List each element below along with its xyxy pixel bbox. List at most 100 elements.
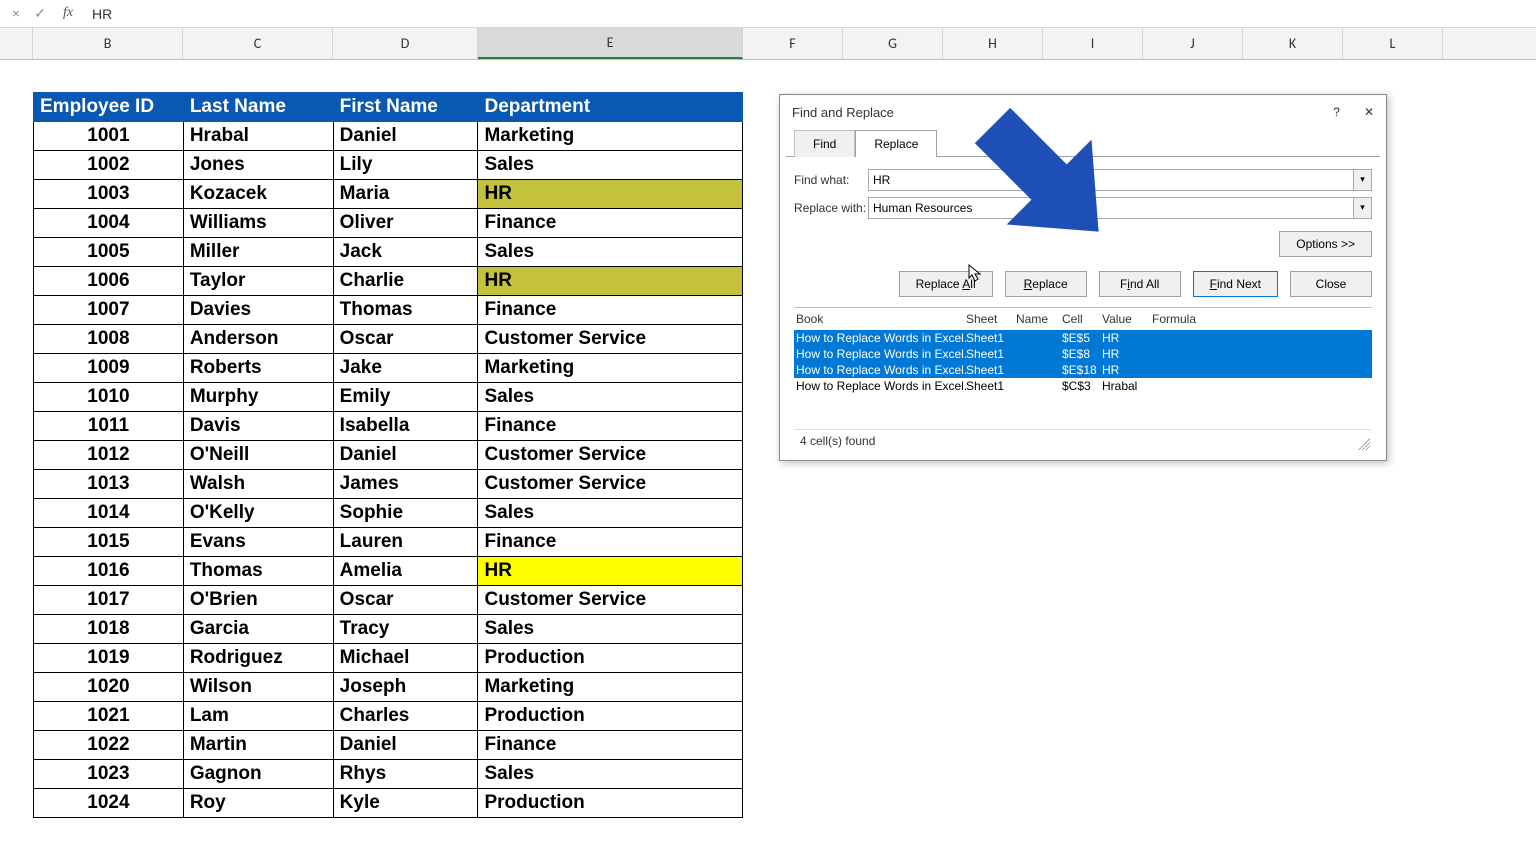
cell-lastname[interactable]: Wilson — [183, 673, 333, 702]
col-header-F[interactable]: F — [743, 28, 843, 59]
cell-department[interactable]: HR — [478, 180, 743, 209]
cell-firstname[interactable]: Michael — [333, 644, 478, 673]
col-header-B[interactable]: B — [33, 28, 183, 59]
cell-id[interactable]: 1010 — [34, 383, 184, 412]
cell-id[interactable]: 1024 — [34, 789, 184, 818]
table-row[interactable]: 1004WilliamsOliverFinance — [34, 209, 743, 238]
cell-department[interactable]: Sales — [478, 151, 743, 180]
find-dropdown-icon[interactable]: ▾ — [1354, 169, 1372, 191]
table-row[interactable]: 1023GagnonRhysSales — [34, 760, 743, 789]
cell-id[interactable]: 1008 — [34, 325, 184, 354]
table-row[interactable]: 1015EvansLaurenFinance — [34, 528, 743, 557]
cell-id[interactable]: 1015 — [34, 528, 184, 557]
cell-id[interactable]: 1001 — [34, 122, 184, 151]
cell-lastname[interactable]: Hrabal — [183, 122, 333, 151]
cell-id[interactable]: 1013 — [34, 470, 184, 499]
cell-lastname[interactable]: Thomas — [183, 557, 333, 586]
cell-department[interactable]: Sales — [478, 383, 743, 412]
cell-department[interactable]: Finance — [478, 296, 743, 325]
cell-department[interactable]: Finance — [478, 528, 743, 557]
cell-lastname[interactable]: Martin — [183, 731, 333, 760]
cell-lastname[interactable]: Miller — [183, 238, 333, 267]
cell-id[interactable]: 1007 — [34, 296, 184, 325]
cell-department[interactable]: Customer Service — [478, 441, 743, 470]
cell-lastname[interactable]: Garcia — [183, 615, 333, 644]
cell-firstname[interactable]: James — [333, 470, 478, 499]
cell-department[interactable]: Sales — [478, 760, 743, 789]
cell-id[interactable]: 1004 — [34, 209, 184, 238]
help-icon[interactable]: ? — [1333, 105, 1340, 119]
col-header-C[interactable]: C — [183, 28, 333, 59]
cell-department[interactable]: Production — [478, 702, 743, 731]
col-header-J[interactable]: J — [1143, 28, 1243, 59]
cell-id[interactable]: 1019 — [34, 644, 184, 673]
result-row[interactable]: How to Replace Words in Excel.xlsxSheet1… — [794, 378, 1372, 394]
cell-department[interactable]: HR — [478, 267, 743, 296]
table-row[interactable]: 1007DaviesThomasFinance — [34, 296, 743, 325]
cell-lastname[interactable]: Rodriguez — [183, 644, 333, 673]
cell-lastname[interactable]: Evans — [183, 528, 333, 557]
cell-firstname[interactable]: Oscar — [333, 586, 478, 615]
cell-department[interactable]: Marketing — [478, 122, 743, 151]
table-row[interactable]: 1017O'BrienOscarCustomer Service — [34, 586, 743, 615]
cell-lastname[interactable]: Taylor — [183, 267, 333, 296]
col-header-K[interactable]: K — [1243, 28, 1343, 59]
result-row[interactable]: How to Replace Words in Excel.xlsxSheet1… — [794, 362, 1372, 378]
cell-id[interactable]: 1012 — [34, 441, 184, 470]
cell-id[interactable]: 1003 — [34, 180, 184, 209]
table-row[interactable]: 1010MurphyEmilySales — [34, 383, 743, 412]
cell-firstname[interactable]: Jake — [333, 354, 478, 383]
cell-id[interactable]: 1021 — [34, 702, 184, 731]
cell-firstname[interactable]: Lauren — [333, 528, 478, 557]
tab-replace[interactable]: Replace — [855, 130, 937, 157]
cell-id[interactable]: 1006 — [34, 267, 184, 296]
cell-firstname[interactable]: Sophie — [333, 499, 478, 528]
cell-lastname[interactable]: O'Brien — [183, 586, 333, 615]
cell-id[interactable]: 1017 — [34, 586, 184, 615]
select-all-corner[interactable] — [0, 28, 33, 59]
cell-firstname[interactable]: Jack — [333, 238, 478, 267]
table-row[interactable]: 1024RoyKyleProduction — [34, 789, 743, 818]
cell-firstname[interactable]: Thomas — [333, 296, 478, 325]
table-row[interactable]: 1009RobertsJakeMarketing — [34, 354, 743, 383]
cell-department[interactable]: Customer Service — [478, 470, 743, 499]
cell-department[interactable]: Customer Service — [478, 325, 743, 354]
cell-lastname[interactable]: Roy — [183, 789, 333, 818]
results-list[interactable]: How to Replace Words in Excel.xlsxSheet1… — [794, 330, 1372, 430]
cell-lastname[interactable]: O'Neill — [183, 441, 333, 470]
table-row[interactable]: 1013WalshJamesCustomer Service — [34, 470, 743, 499]
cell-firstname[interactable]: Tracy — [333, 615, 478, 644]
col-header-L[interactable]: L — [1343, 28, 1443, 59]
cell-firstname[interactable]: Daniel — [333, 731, 478, 760]
cancel-icon[interactable]: × — [8, 5, 24, 22]
cell-id[interactable]: 1020 — [34, 673, 184, 702]
cell-id[interactable]: 1014 — [34, 499, 184, 528]
table-row[interactable]: 1014O'KellySophieSales — [34, 499, 743, 528]
cell-lastname[interactable]: Williams — [183, 209, 333, 238]
cell-id[interactable]: 1022 — [34, 731, 184, 760]
col-header-G[interactable]: G — [843, 28, 943, 59]
dialog-titlebar[interactable]: Find and Replace ? ✕ — [780, 95, 1386, 129]
cell-firstname[interactable]: Lily — [333, 151, 478, 180]
cell-department[interactable]: Finance — [478, 209, 743, 238]
cell-lastname[interactable]: O'Kelly — [183, 499, 333, 528]
find-next-button[interactable]: Find Next — [1193, 271, 1278, 297]
options-button[interactable]: Options >> — [1279, 231, 1372, 257]
cell-firstname[interactable]: Kyle — [333, 789, 478, 818]
cell-lastname[interactable]: Davies — [183, 296, 333, 325]
find-what-input[interactable] — [868, 169, 1354, 191]
cell-department[interactable]: Sales — [478, 615, 743, 644]
cell-id[interactable]: 1005 — [34, 238, 184, 267]
cell-firstname[interactable]: Amelia — [333, 557, 478, 586]
cell-department[interactable]: Customer Service — [478, 586, 743, 615]
cell-firstname[interactable]: Maria — [333, 180, 478, 209]
cell-firstname[interactable]: Isabella — [333, 412, 478, 441]
table-row[interactable]: 1022MartinDanielFinance — [34, 731, 743, 760]
cell-firstname[interactable]: Rhys — [333, 760, 478, 789]
table-row[interactable]: 1001HrabalDanielMarketing — [34, 122, 743, 151]
table-row[interactable]: 1016ThomasAmeliaHR — [34, 557, 743, 586]
cell-department[interactable]: Production — [478, 644, 743, 673]
accept-icon[interactable]: ✓ — [32, 5, 48, 22]
col-header-E[interactable]: E — [478, 28, 743, 59]
col-header-I[interactable]: I — [1043, 28, 1143, 59]
